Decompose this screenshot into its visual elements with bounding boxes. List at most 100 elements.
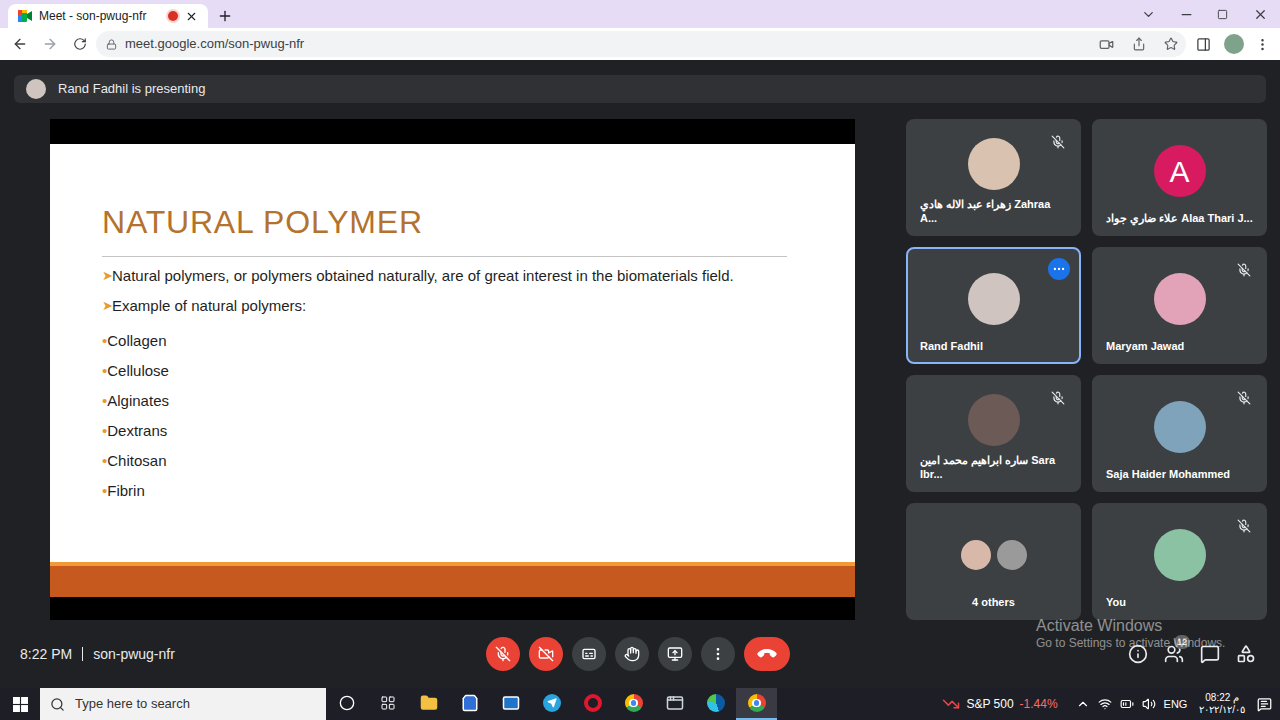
taskbar-app[interactable] bbox=[408, 688, 449, 720]
store-icon bbox=[461, 694, 479, 712]
taskbar-search[interactable]: Type here to search bbox=[40, 688, 326, 720]
mail-icon bbox=[502, 694, 520, 712]
present-button[interactable] bbox=[658, 637, 692, 671]
mic-button[interactable] bbox=[486, 637, 520, 671]
divider bbox=[82, 647, 83, 661]
wifi-icon[interactable] bbox=[1098, 697, 1112, 711]
maximize-button[interactable] bbox=[1204, 9, 1240, 20]
volume-icon[interactable] bbox=[1142, 697, 1156, 711]
search-placeholder: Type here to search bbox=[75, 694, 190, 714]
taskbar-app[interactable] bbox=[531, 688, 572, 720]
photo-avatar bbox=[968, 394, 1020, 446]
group-avatar-photo bbox=[995, 538, 1029, 572]
browser-tab[interactable]: Meet - son-pwug-nfr bbox=[8, 4, 208, 28]
windows-logo-icon bbox=[13, 697, 28, 712]
file-explorer-icon bbox=[420, 694, 438, 712]
forward-arrow-icon bbox=[42, 36, 58, 52]
battery-icon[interactable] bbox=[1120, 697, 1134, 711]
screen: Meet - son-pwug-nfr meet.google.com/son-p… bbox=[0, 0, 1280, 720]
close-window-button[interactable] bbox=[1240, 7, 1280, 22]
url: meet.google.com/son-pwug-nfr bbox=[125, 34, 304, 54]
browser-menu-button[interactable] bbox=[1250, 37, 1274, 52]
chat-icon[interactable] bbox=[1200, 644, 1220, 664]
lock-icon bbox=[106, 39, 117, 50]
leave-call-button[interactable] bbox=[744, 637, 790, 671]
slide-list-item: •Alginates bbox=[102, 386, 855, 416]
taskbar-app[interactable] bbox=[449, 688, 490, 720]
stock-change: -1.44% bbox=[1020, 695, 1058, 713]
telegram-icon bbox=[543, 694, 561, 712]
raise-hand-button[interactable] bbox=[615, 637, 649, 671]
meeting-code: son-pwug-nfr bbox=[93, 644, 175, 665]
omnibox[interactable]: meet.google.com/son-pwug-nfr bbox=[96, 31, 1186, 57]
slide-list-item: •Chitosan bbox=[102, 446, 855, 476]
forward-button[interactable] bbox=[36, 36, 64, 52]
clock-date: ٢٠٢٢/١٢/٠٥ bbox=[1199, 704, 1245, 716]
participant-name: Saja Haider Mohammed bbox=[1106, 467, 1253, 481]
taskbar-app[interactable] bbox=[695, 688, 736, 720]
new-tab-button[interactable] bbox=[208, 4, 242, 28]
edge-icon bbox=[707, 694, 725, 712]
muted-indicator bbox=[1233, 515, 1255, 537]
participant-tile[interactable]: ساره ابراهيم محمد امين Sara Ibr... bbox=[906, 375, 1081, 492]
taskbar-app[interactable] bbox=[367, 688, 408, 720]
reload-button[interactable] bbox=[66, 37, 94, 51]
taskbar-app[interactable] bbox=[490, 688, 531, 720]
language-indicator[interactable]: ENG bbox=[1164, 696, 1188, 713]
participant-tile[interactable]: You bbox=[1092, 503, 1267, 620]
taskbar-app[interactable] bbox=[736, 688, 777, 720]
info-icon[interactable] bbox=[1128, 644, 1148, 664]
tab-title: Meet - son-pwug-nfr bbox=[39, 7, 161, 25]
camera-icon[interactable] bbox=[1099, 37, 1114, 52]
title-rule bbox=[102, 256, 787, 257]
back-button[interactable] bbox=[6, 36, 34, 52]
clock[interactable]: 08:22 م٢٠٢٢/١٢/٠٥ bbox=[1195, 692, 1249, 716]
taskbar-app[interactable] bbox=[326, 688, 367, 720]
captions-button[interactable] bbox=[572, 637, 606, 671]
participant-tile[interactable]: Saja Haider Mohammed bbox=[1092, 375, 1267, 492]
taskbar-app[interactable] bbox=[654, 688, 695, 720]
participant-name: Maryam Jawad bbox=[1106, 339, 1253, 353]
side-panel-button[interactable] bbox=[1188, 37, 1218, 52]
more-options-button[interactable] bbox=[701, 637, 735, 671]
participant-tile[interactable]: Rand Fadhil bbox=[906, 247, 1081, 364]
participant-tile[interactable]: Maryam Jawad bbox=[1092, 247, 1267, 364]
participant-tile[interactable]: زهراء عبد الاله هادي Zahraa A... bbox=[906, 119, 1081, 236]
show-hidden-icons-icon[interactable] bbox=[1076, 697, 1090, 711]
taskbar-app[interactable] bbox=[572, 688, 613, 720]
slide: NATURAL POLYMER➤Natural polymers, or pol… bbox=[50, 144, 855, 562]
tile-options-button[interactable] bbox=[1048, 258, 1070, 280]
taskbar-app[interactable] bbox=[613, 688, 654, 720]
slide-footer-bar bbox=[50, 562, 855, 597]
slide-list-item: •Cellulose bbox=[102, 356, 855, 386]
muted-indicator bbox=[1047, 387, 1069, 409]
muted-indicator bbox=[1233, 259, 1255, 281]
stock-widget[interactable]: S&P 500-1.44% bbox=[942, 695, 1075, 713]
participant-tile[interactable]: 4 others bbox=[906, 503, 1081, 620]
watermark-subtitle: Go to Settings to activate Windows. bbox=[1036, 636, 1225, 651]
chevron-down-icon bbox=[1141, 7, 1156, 22]
minimize-button[interactable] bbox=[1168, 7, 1204, 22]
bookmark-star-icon[interactable] bbox=[1164, 37, 1178, 51]
people-button[interactable]: 12 bbox=[1164, 644, 1184, 664]
more-horizontal-icon bbox=[1052, 262, 1066, 276]
side-panel-icon bbox=[1196, 37, 1211, 52]
profile-avatar[interactable] bbox=[1224, 34, 1244, 54]
close-tab-icon[interactable] bbox=[185, 10, 198, 23]
participant-name: 4 others bbox=[920, 595, 1067, 609]
tab-search-button[interactable] bbox=[1128, 7, 1168, 22]
reload-icon bbox=[73, 37, 87, 51]
share-icon[interactable] bbox=[1132, 37, 1146, 51]
activities-icon[interactable] bbox=[1236, 644, 1256, 664]
muted-indicator bbox=[1233, 387, 1255, 409]
camera-button[interactable] bbox=[529, 637, 563, 671]
captions-icon bbox=[581, 646, 597, 662]
notifications-icon[interactable] bbox=[1257, 697, 1272, 712]
mic-off-icon bbox=[1237, 391, 1251, 405]
back-arrow-icon bbox=[12, 36, 28, 52]
photo-avatar bbox=[1154, 529, 1206, 581]
group-avatar-photo bbox=[959, 538, 993, 572]
start-button[interactable] bbox=[0, 688, 40, 720]
cortana-icon bbox=[339, 695, 355, 711]
participant-tile[interactable]: Aعلاء ضاري جواد Alaa Thari J... bbox=[1092, 119, 1267, 236]
